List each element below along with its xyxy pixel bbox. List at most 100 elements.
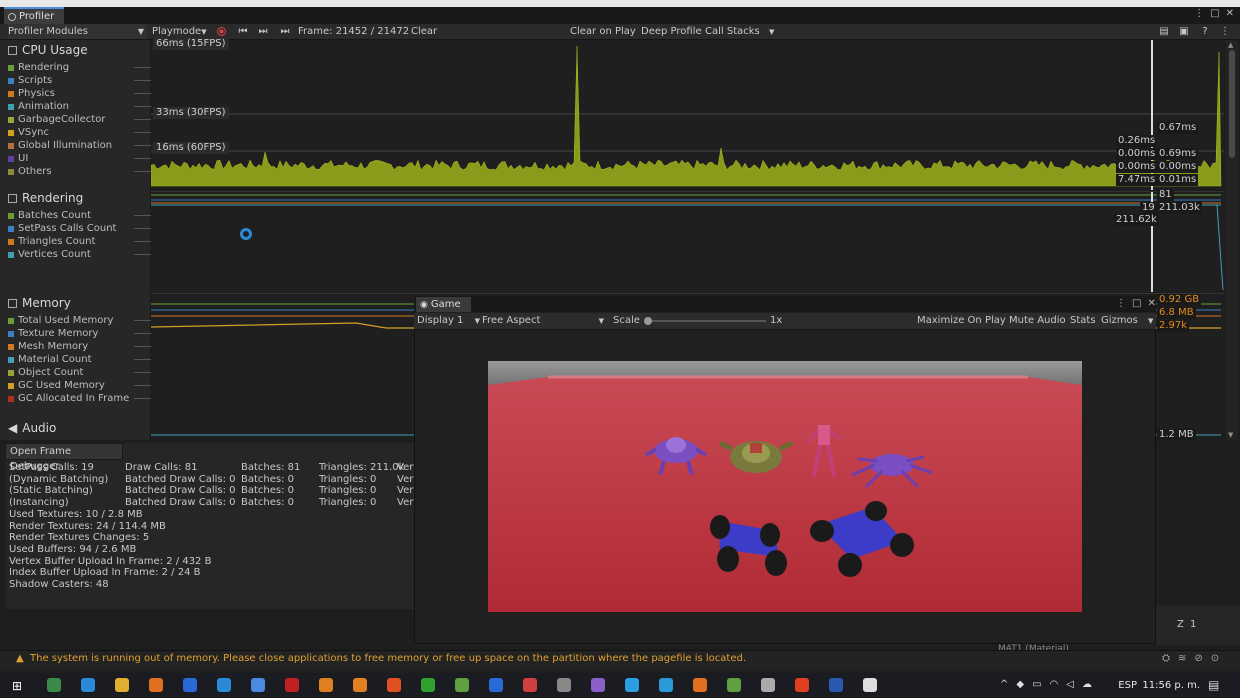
help-button[interactable]: ? <box>1198 24 1212 39</box>
profiler-modules-dropdown[interactable]: Profiler Modules ▼ <box>8 24 146 39</box>
scroll-down-icon[interactable]: ▼ <box>1228 431 1233 439</box>
rendering-legend-item[interactable]: Vertices Count <box>8 248 154 261</box>
legend-color-swatch[interactable] <box>8 77 14 84</box>
battery-icon[interactable]: ▭ <box>1032 679 1041 690</box>
wifi-icon[interactable]: ◠ <box>1050 679 1059 690</box>
memory-module[interactable]: Memory <box>8 296 71 310</box>
debug-icon[interactable]: ⊙ <box>1211 653 1219 664</box>
maximize-icon[interactable]: □ <box>1210 8 1219 19</box>
maximize-icon[interactable]: □ <box>1132 298 1141 309</box>
more-options-icon[interactable]: ⋮ <box>1194 8 1204 19</box>
memory-legend-item[interactable]: Texture Memory <box>8 327 154 340</box>
app-icon[interactable] <box>761 678 775 692</box>
memory-legend-item[interactable]: Total Used Memory <box>8 314 154 327</box>
memory-legend-item[interactable]: GC Allocated In Frame <box>8 392 154 405</box>
profiler-tab[interactable]: Profiler <box>4 7 64 24</box>
legend-color-swatch[interactable] <box>8 103 14 110</box>
mail-icon[interactable] <box>217 678 231 692</box>
chevron-up-icon[interactable]: ^ <box>1000 679 1008 690</box>
telegram-icon[interactable] <box>659 678 673 692</box>
layers-icon[interactable]: ≋ <box>1178 653 1186 664</box>
open-frame-debugger-button[interactable]: Open Frame Debugger <box>5 443 123 472</box>
legend-color-swatch[interactable] <box>8 369 14 376</box>
legend-color-swatch[interactable] <box>8 330 14 337</box>
app-icon[interactable] <box>149 678 163 692</box>
cpu-legend-item[interactable]: Rendering <box>8 61 154 74</box>
cpu-legend-item[interactable]: Animation <box>8 100 154 113</box>
store-icon[interactable] <box>183 678 197 692</box>
blender-icon[interactable] <box>353 678 367 692</box>
usb-icon[interactable] <box>557 678 571 692</box>
file-explorer-icon[interactable] <box>115 678 129 692</box>
rendering-legend-item[interactable]: Triangles Count <box>8 235 154 248</box>
edge-icon[interactable] <box>81 678 95 692</box>
legend-color-swatch[interactable] <box>8 251 14 258</box>
visual-studio-icon[interactable] <box>591 678 605 692</box>
brave-icon[interactable] <box>795 678 809 692</box>
rendering-module[interactable]: Rendering <box>8 191 83 205</box>
memory-legend-item[interactable]: GC Used Memory <box>8 379 154 392</box>
cpu-legend-item[interactable]: Global Illumination <box>8 139 154 152</box>
memory-legend-item[interactable]: Material Count <box>8 353 154 366</box>
language-indicator[interactable]: ESP <box>1118 680 1137 691</box>
rendering-legend-item[interactable]: SetPass Calls Count <box>8 222 154 235</box>
gizmos-dropdown[interactable]: Gizmos ▼ <box>1101 313 1153 329</box>
legend-color-swatch[interactable] <box>8 395 14 402</box>
no-entry-icon[interactable]: ⊘ <box>1194 653 1202 664</box>
close-icon[interactable]: ✕ <box>1147 298 1155 309</box>
cpu-legend-item[interactable]: Others <box>8 165 154 178</box>
options-button[interactable]: ⋮ <box>1218 24 1232 39</box>
rendering-chart[interactable]: 81 19 211.03k 211.62k <box>151 189 1224 292</box>
cpu-usage-module[interactable]: CPU Usage <box>8 43 88 57</box>
legend-color-swatch[interactable] <box>8 129 14 136</box>
more-options-icon[interactable]: ⋮ <box>1116 298 1126 309</box>
load-button[interactable]: ▤ <box>1157 24 1171 39</box>
game-tab[interactable]: ◉ Game <box>416 297 471 312</box>
memory-legend-item[interactable]: Object Count <box>8 366 154 379</box>
cache-icon[interactable]: ⛭ <box>1162 653 1170 664</box>
app-icon[interactable] <box>47 678 61 692</box>
taskbar-clock[interactable]: 11:56 p. m. <box>1142 680 1200 691</box>
next-frame-button[interactable]: ⏭ <box>255 24 271 39</box>
word-icon[interactable] <box>829 678 843 692</box>
firefox-icon[interactable] <box>693 678 707 692</box>
previous-frame-button[interactable]: ⏮ <box>235 24 251 39</box>
unity-icon[interactable] <box>863 678 877 692</box>
legend-color-swatch[interactable] <box>8 90 14 97</box>
app-icon[interactable] <box>387 678 401 692</box>
legend-color-swatch[interactable] <box>8 343 14 350</box>
legend-color-swatch[interactable] <box>8 64 14 71</box>
skype-icon[interactable] <box>625 678 639 692</box>
photos-icon[interactable] <box>455 678 469 692</box>
record-button[interactable] <box>213 24 230 39</box>
notepad-icon[interactable] <box>727 678 741 692</box>
call-stacks-dropdown[interactable]: Call Stacks ▼ <box>705 24 774 39</box>
legend-color-swatch[interactable] <box>8 382 14 389</box>
legend-color-swatch[interactable] <box>8 142 14 149</box>
legend-color-swatch[interactable] <box>8 212 14 219</box>
legend-color-swatch[interactable] <box>8 168 14 175</box>
windows-start-icon[interactable]: ⊞ <box>12 679 22 693</box>
legend-color-swatch[interactable] <box>8 238 14 245</box>
scroll-up-icon[interactable]: ▲ <box>1228 41 1233 49</box>
aspect-dropdown[interactable]: Free Aspect ▼ <box>482 313 604 329</box>
volume-icon[interactable]: ◁ <box>1066 679 1074 690</box>
blender-icon[interactable] <box>319 678 333 692</box>
save-button[interactable]: ▣ <box>1177 24 1191 39</box>
chrome-icon[interactable] <box>523 678 537 692</box>
status-warning-text[interactable]: The system is running out of memory. Ple… <box>30 653 746 664</box>
legend-color-swatch[interactable] <box>8 116 14 123</box>
playmode-dropdown[interactable]: Playmode▼ <box>152 24 207 39</box>
cpu-legend-item[interactable]: Physics <box>8 87 154 100</box>
profiler-scrollbar-thumb[interactable] <box>1229 50 1235 158</box>
display-dropdown[interactable]: Display 1 ▼ <box>417 313 480 329</box>
legend-color-swatch[interactable] <box>8 356 14 363</box>
dropbox-icon[interactable]: ◆ <box>1016 679 1024 690</box>
cpu-legend-item[interactable]: Scripts <box>8 74 154 87</box>
maximize-on-play-button[interactable]: Maximize On Play <box>917 313 1006 329</box>
cpu-usage-chart[interactable]: 66ms (15FPS) 33ms (30FPS) 16ms (60FPS) 0… <box>150 38 1224 190</box>
app-icon[interactable] <box>421 678 435 692</box>
scale-slider[interactable] <box>646 320 766 322</box>
stats-button[interactable]: Stats <box>1070 313 1096 329</box>
current-frame-button[interactable]: ⏭ <box>276 24 294 39</box>
